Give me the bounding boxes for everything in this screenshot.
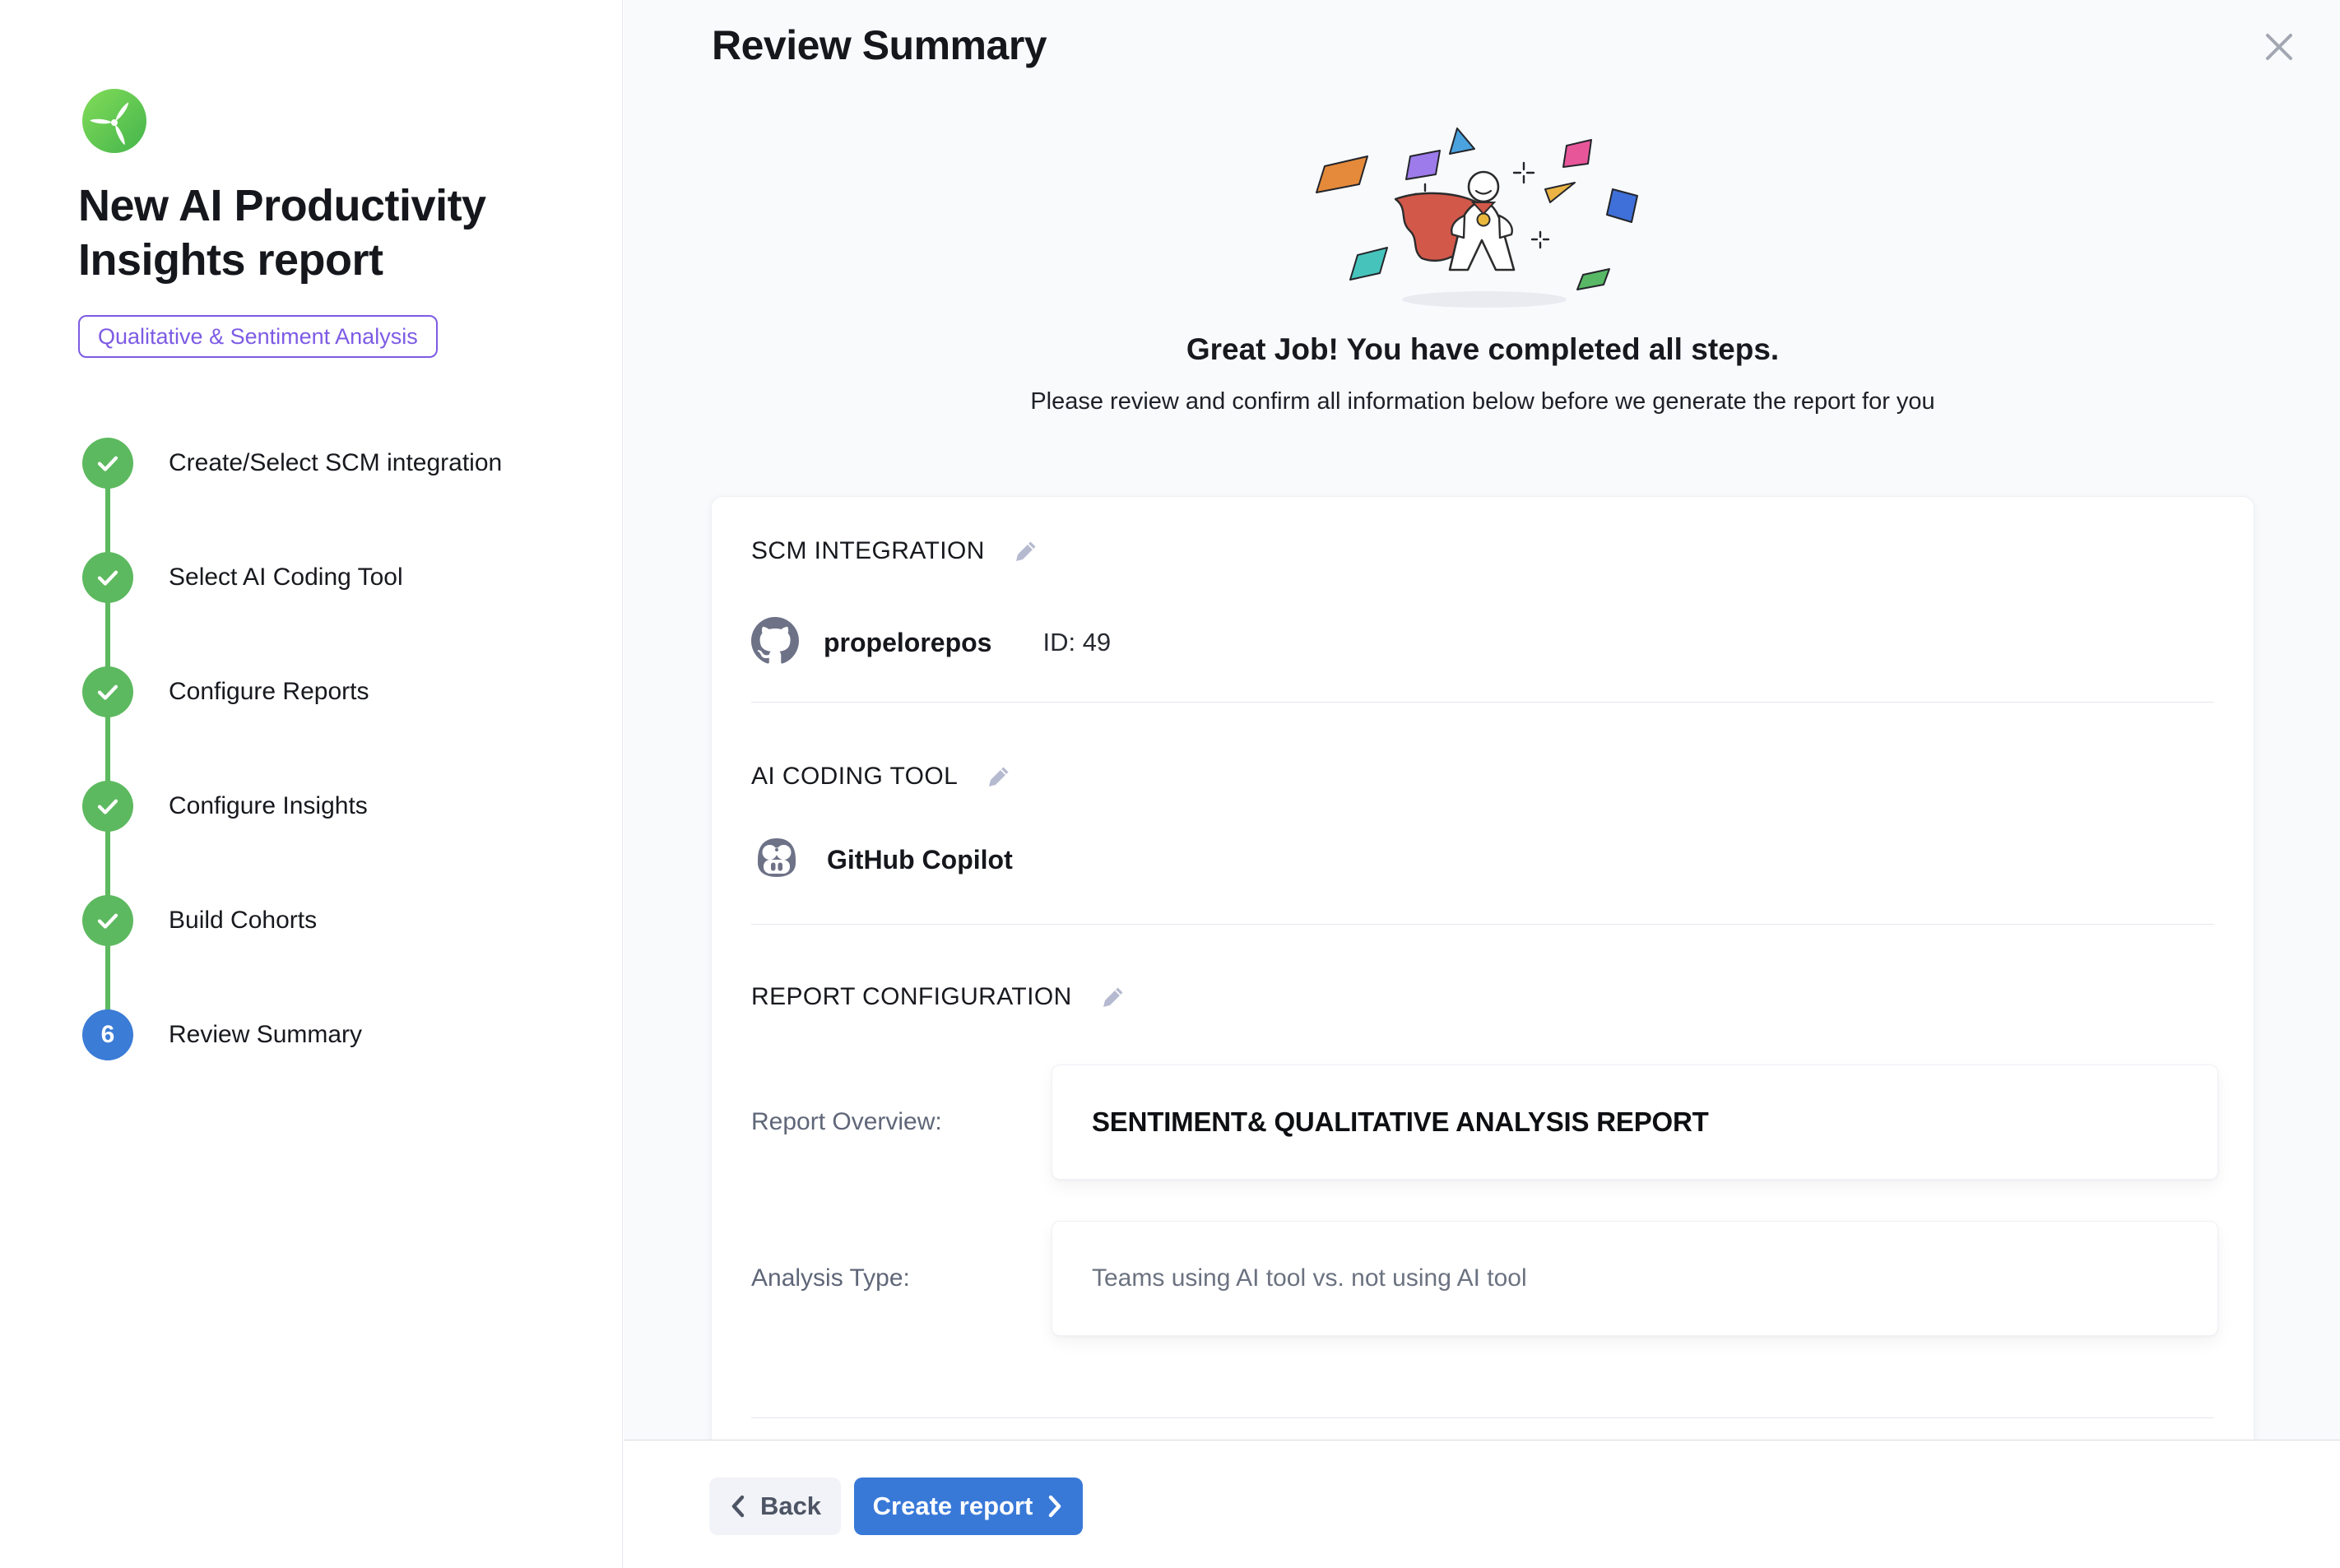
analysis-type-text: Teams using AI tool vs. not using AI too…: [1092, 1264, 1527, 1292]
check-icon: [82, 552, 133, 603]
wizard-window: New AI Productivity Insights report Qual…: [0, 0, 2340, 1568]
wizard-title: New AI Productivity Insights report: [78, 179, 539, 288]
step-item-ai-coding-tool[interactable]: Select AI Coding Tool: [82, 552, 576, 603]
scm-integration-label: SCM INTEGRATION: [751, 537, 985, 565]
summary-card: SCM INTEGRATION propelorepos ID: 49 AI C…: [711, 496, 2254, 1475]
report-overview-text: SENTIMENT& QUALITATIVE ANALYSIS REPORT: [1092, 1106, 1709, 1138]
propeller-icon: [82, 89, 146, 153]
scm-integration-section-header: SCM INTEGRATION: [751, 536, 1041, 566]
step-label: Select AI Coding Tool: [169, 564, 403, 591]
sidebar: New AI Productivity Insights report Qual…: [0, 0, 623, 1568]
edit-scm-button[interactable]: [1011, 536, 1041, 566]
analysis-type-label: Analysis Type:: [751, 1221, 910, 1336]
edit-report-config-button[interactable]: [1098, 982, 1128, 1012]
chevron-left-icon: [729, 1494, 747, 1519]
step-item-configure-reports[interactable]: Configure Reports: [82, 666, 576, 717]
check-icon: [82, 781, 133, 832]
github-icon: [751, 617, 799, 669]
copilot-icon: [751, 835, 802, 885]
section-divider: [751, 1417, 2214, 1418]
celebration-hero-illustration: [1293, 115, 1672, 321]
report-type-badge: Qualitative & Sentiment Analysis: [78, 315, 438, 358]
ai-coding-tool-label: AI CODING TOOL: [751, 763, 958, 791]
ai-coding-tool-section-header: AI CODING TOOL: [751, 762, 1014, 791]
step-number-badge: 6: [82, 1009, 133, 1060]
close-icon[interactable]: [2259, 28, 2299, 67]
step-item-build-cohorts[interactable]: Build Cohorts: [82, 895, 576, 946]
page-title: Review Summary: [712, 21, 1047, 69]
section-divider: [751, 924, 2214, 925]
edit-ai-tool-button[interactable]: [984, 762, 1014, 791]
check-icon: [82, 895, 133, 946]
report-configuration-section-header: REPORT CONFIGURATION: [751, 982, 1128, 1012]
completion-subheading: Please review and confirm all informatio…: [711, 388, 2254, 415]
step-number: 6: [101, 1021, 115, 1049]
step-connector-line: [105, 463, 110, 1035]
create-report-button[interactable]: Create report: [854, 1478, 1083, 1535]
step-item-review-summary[interactable]: 6 Review Summary: [82, 1009, 576, 1060]
report-overview-value: SENTIMENT& QUALITATIVE ANALYSIS REPORT: [1052, 1065, 2218, 1180]
step-label: Build Cohorts: [169, 907, 317, 935]
check-icon: [82, 438, 133, 489]
step-item-scm-integration[interactable]: Create/Select SCM integration: [82, 438, 576, 489]
step-label: Create/Select SCM integration: [169, 449, 502, 477]
analysis-type-value: Teams using AI tool vs. not using AI too…: [1052, 1221, 2218, 1336]
ai-coding-tool-row: GitHub Copilot: [751, 829, 1013, 890]
chevron-right-icon: [1046, 1494, 1064, 1519]
completion-heading: Great Job! You have completed all steps.: [711, 332, 2254, 367]
ai-coding-tool-name: GitHub Copilot: [827, 845, 1013, 875]
scm-integration-name: propelorepos: [824, 628, 991, 658]
report-overview-label: Report Overview:: [751, 1065, 942, 1180]
check-icon: [82, 666, 133, 717]
step-item-configure-insights[interactable]: Configure Insights: [82, 781, 576, 832]
report-configuration-label: REPORT CONFIGURATION: [751, 983, 1072, 1011]
completion-hero: Great Job! You have completed all steps.…: [711, 115, 2254, 415]
section-divider: [751, 702, 2214, 703]
scm-integration-id: ID: 49: [1042, 628, 1111, 657]
step-label: Configure Reports: [169, 678, 369, 706]
scm-integration-row: propelorepos ID: 49: [751, 612, 1111, 673]
wizard-footer: Back Create report: [624, 1440, 2340, 1568]
back-button-label: Back: [760, 1491, 821, 1521]
step-label: Configure Insights: [169, 792, 368, 820]
back-button[interactable]: Back: [709, 1478, 841, 1535]
step-list: Create/Select SCM integration Select AI …: [82, 438, 576, 1060]
review-summary-panel: Review Summary: [624, 0, 2340, 1568]
create-report-button-label: Create report: [873, 1491, 1033, 1521]
step-label: Review Summary: [169, 1021, 362, 1049]
